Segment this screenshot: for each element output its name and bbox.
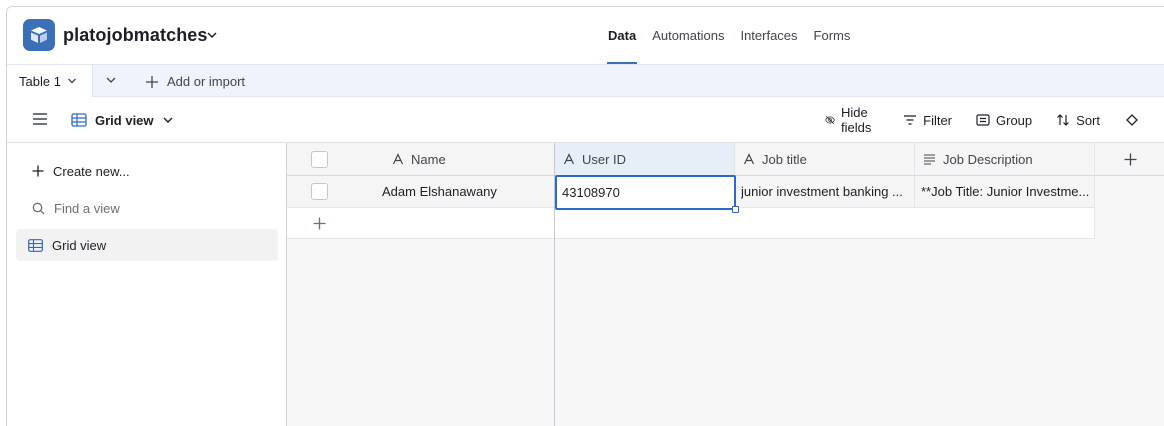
data-grid: Name User ID Job title Job Description A…	[287, 143, 1164, 426]
app-window: platojobmatches Data Automations Interfa…	[6, 6, 1164, 426]
filter-label: Filter	[923, 112, 953, 128]
tab-table-1[interactable]: Table 1	[7, 64, 93, 98]
column-header-name[interactable]: Name	[287, 143, 555, 176]
cell-name[interactable]: Adam Elshanawany	[382, 184, 497, 199]
select-all-checkbox[interactable]	[311, 150, 328, 168]
column-header-job-title[interactable]: Job title	[735, 143, 915, 176]
plus-icon	[32, 165, 44, 177]
cell-user-id-text: 43108970	[562, 185, 620, 200]
cell-job-description-text: **Job Title: Junior Investme...	[921, 184, 1090, 199]
grid-view-icon	[28, 238, 43, 252]
nav-interfaces[interactable]: Interfaces	[732, 7, 805, 64]
add-record-button[interactable]	[287, 208, 555, 239]
filter-button[interactable]: Filter	[903, 113, 952, 128]
cell-job-title-text: junior investment banking ...	[741, 184, 903, 199]
hide-fields-button[interactable]: Hide fields	[825, 105, 879, 135]
column-label: Name	[411, 151, 446, 167]
nav-automations[interactable]: Automations	[644, 7, 732, 64]
sort-button[interactable]: Sort	[1056, 113, 1100, 128]
filter-icon	[904, 115, 917, 125]
nav-data[interactable]: Data	[600, 7, 644, 64]
chevron-down-icon[interactable]	[67, 74, 77, 89]
create-new-view-button[interactable]: Create new...	[16, 155, 278, 187]
sort-icon	[1057, 114, 1070, 126]
add-or-import-button[interactable]: Add or import	[145, 65, 245, 98]
add-record-row[interactable]	[555, 208, 1095, 239]
text-field-icon	[743, 153, 755, 165]
hide-fields-label: Hide fields	[841, 105, 872, 135]
top-nav: Data Automations Interfaces Forms	[600, 7, 858, 64]
view-switcher[interactable]: Grid view	[71, 97, 174, 143]
column-label: Job title	[762, 151, 807, 167]
add-import-label: Add or import	[167, 74, 246, 89]
view-toolbar: Grid view Hide fields Filter Group Sort	[7, 97, 1164, 143]
base-name[interactable]: platojobmatches	[63, 25, 208, 46]
view-tools: Hide fields Filter Group Sort	[825, 97, 1164, 143]
find-view-input[interactable]: Find a view	[16, 192, 278, 224]
paint-bucket-icon	[1126, 114, 1138, 126]
find-view-placeholder: Find a view	[54, 200, 120, 216]
color-button[interactable]	[1124, 112, 1140, 128]
tab-label: Table 1	[19, 74, 61, 89]
eye-off-icon	[825, 115, 835, 125]
group-button[interactable]: Group	[976, 113, 1032, 128]
all-tables-chevron-icon[interactable]	[105, 74, 117, 89]
sidebar-item-grid-view[interactable]: Grid view	[16, 229, 278, 261]
views-sidebar: Create new... Find a view Grid view	[7, 143, 287, 426]
plus-icon	[1124, 153, 1136, 165]
grid-view-icon	[71, 113, 87, 127]
chevron-down-icon[interactable]	[206, 29, 218, 44]
group-label: Group	[996, 112, 1033, 128]
sort-label: Sort	[1076, 112, 1100, 128]
cell-job-description[interactable]: **Job Title: Junior Investme...	[915, 176, 1095, 208]
column-label: User ID	[582, 151, 627, 167]
sidebar-item-label: Grid view	[52, 237, 107, 253]
table-tabs-bar: Table 1 Add or import	[7, 64, 1164, 98]
plus-icon	[146, 75, 158, 88]
column-header-job-description[interactable]: Job Description	[915, 143, 1095, 176]
base-logo-icon[interactable]	[23, 19, 55, 51]
create-new-label: Create new...	[53, 163, 130, 179]
column-label: Job Description	[943, 151, 1033, 167]
plus-icon	[313, 217, 326, 229]
add-field-button[interactable]	[1095, 143, 1164, 176]
nav-forms[interactable]: Forms	[806, 7, 859, 64]
app-header: platojobmatches Data Automations Interfa…	[7, 7, 1164, 64]
text-field-icon	[563, 153, 575, 165]
group-icon	[976, 114, 990, 126]
chevron-down-icon	[163, 117, 173, 123]
search-icon	[32, 202, 45, 214]
long-text-field-icon	[924, 154, 935, 165]
hamburger-menu-icon[interactable]	[33, 113, 47, 128]
text-field-icon	[392, 153, 404, 165]
fill-handle[interactable]	[732, 206, 739, 213]
table-row[interactable]: Adam Elshanawany	[287, 176, 555, 208]
column-header-user-id[interactable]: User ID	[555, 143, 735, 176]
view-name: Grid view	[95, 112, 154, 128]
cell-user-id-selected[interactable]: 43108970	[555, 175, 739, 213]
cell-job-title[interactable]: junior investment banking ...	[735, 176, 915, 208]
row-checkbox[interactable]	[311, 183, 328, 200]
